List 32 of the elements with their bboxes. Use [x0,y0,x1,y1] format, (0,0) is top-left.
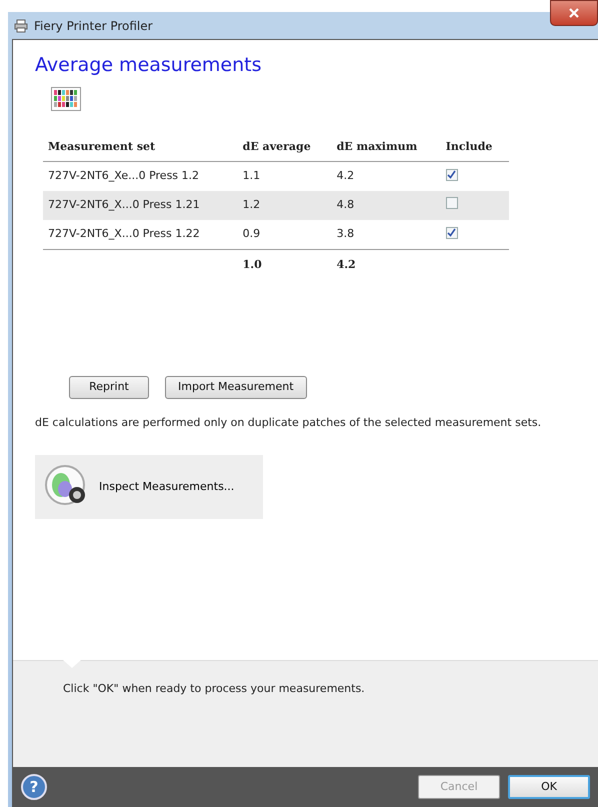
help-button[interactable]: ? [21,774,47,800]
table-cell: 727V-2NT6_Xe...0 Press 1.2 [43,162,238,191]
info-text: dE calculations are performed only on duplicate patches of the selected measurement sets. [35,414,542,431]
close-icon [569,8,579,18]
table-cell: 4.2 [332,162,441,191]
ok-button[interactable]: OK [508,775,590,799]
instruction-text: Click "OK" when ready to process your measurements. [63,682,365,695]
total-cell: 1.0 [238,249,332,282]
callout-pointer [63,660,81,668]
table-cell: 1.2 [238,190,332,220]
column-header: Measurement set [43,132,238,162]
table-cell: 727V-2NT6_X...0 Press 1.21 [43,190,238,220]
column-header: Include [440,132,509,162]
table-cell: 4.8 [332,190,441,220]
table-cell: 3.8 [332,220,441,250]
printer-icon [14,18,28,32]
total-cell: 4.2 [332,249,441,282]
color-chart-icon [51,86,81,111]
column-header: dE maximum [332,132,441,162]
close-button[interactable] [550,0,598,26]
inspect-measurements-button[interactable]: Inspect Measurements... [35,455,263,520]
table-cell: 727V-2NT6_X...0 Press 1.22 [43,220,238,250]
reprint-button[interactable]: Reprint [69,376,149,399]
include-checkbox[interactable] [446,168,458,181]
table-cell: 0.9 [238,220,332,250]
import-button[interactable]: Import Measurement [165,376,307,399]
page-heading: Average measurements [35,54,263,77]
include-checkbox[interactable] [446,226,458,239]
table-cell: 1.1 [238,162,332,191]
window-title: Fiery Printer Profiler [34,18,153,34]
include-checkbox[interactable] [446,196,458,209]
column-header: dE average [238,132,332,162]
